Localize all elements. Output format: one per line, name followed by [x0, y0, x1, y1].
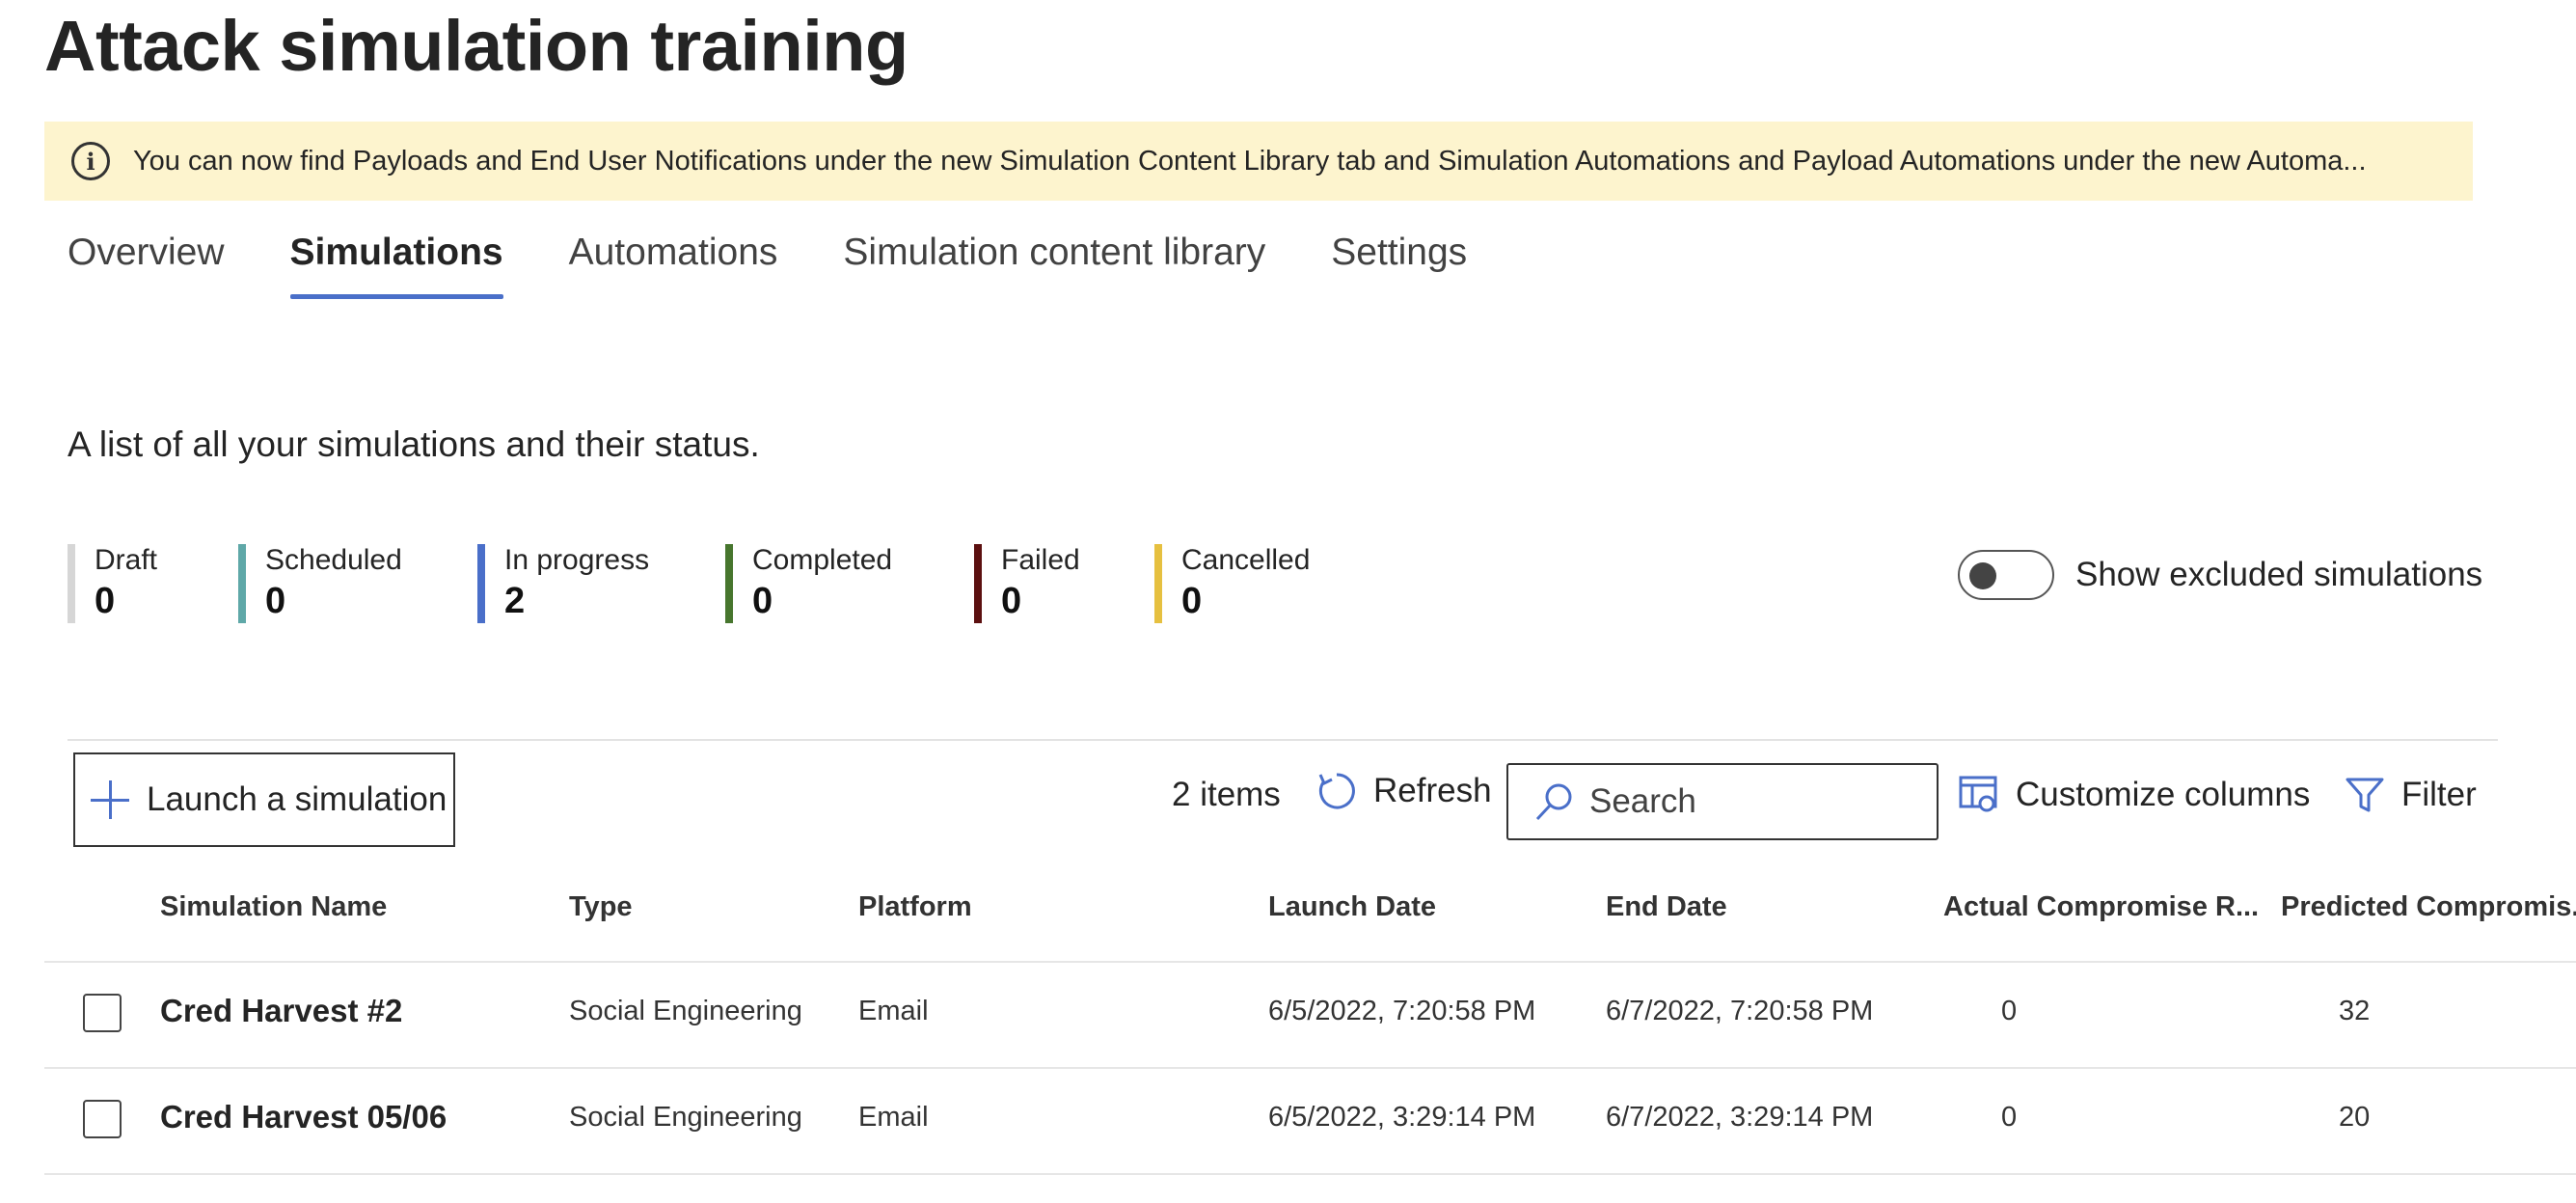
show-excluded-toggle[interactable] [1958, 550, 2054, 600]
column-header-end-date[interactable]: End Date [1606, 891, 1727, 923]
search-icon [1535, 783, 1572, 821]
row-checkbox[interactable] [83, 1100, 122, 1138]
filter-button[interactable]: Filter [2344, 774, 2477, 816]
status-color-bar [974, 544, 982, 623]
items-count: 2 items [1172, 776, 1281, 813]
status-failed: Failed 0 [974, 544, 1080, 623]
launch-simulation-button[interactable]: Launch a simulation [73, 752, 455, 847]
info-banner: i You can now find Payloads and End User… [44, 122, 2473, 201]
column-header-launch-date[interactable]: Launch Date [1268, 891, 1436, 923]
status-scheduled: Scheduled 0 [238, 544, 402, 623]
status-cancelled: Cancelled 0 [1154, 544, 1310, 623]
simulation-end-date: 6/7/2022, 3:29:14 PM [1606, 1102, 1874, 1133]
customize-columns-icon [1959, 776, 1997, 812]
simulation-name[interactable]: Cred Harvest 05/06 [160, 1099, 447, 1135]
table-header-divider [44, 961, 2576, 963]
status-color-bar [1154, 544, 1162, 623]
predicted-compromise-rate: 32 [2339, 996, 2371, 1026]
column-header-actual-compromise-rate[interactable]: Actual Compromise R... [1943, 891, 2259, 923]
tab-settings[interactable]: Settings [1331, 232, 1467, 299]
refresh-icon [1318, 773, 1355, 809]
status-label: Failed [1001, 544, 1080, 576]
status-color-bar [477, 544, 485, 623]
status-label: Cancelled [1181, 544, 1311, 576]
actual-compromise-rate: 0 [2001, 1102, 2018, 1133]
status-count: 0 [95, 581, 116, 621]
table-row-divider [44, 1173, 2576, 1175]
row-checkbox[interactable] [83, 994, 122, 1032]
column-header-predicted-compromise-rate[interactable]: Predicted Compromis... [2281, 891, 2576, 923]
status-completed: Completed 0 [725, 544, 892, 623]
status-count: 0 [752, 581, 773, 621]
status-draft: Draft 0 [68, 544, 157, 623]
tab-simulations[interactable]: Simulations [289, 232, 503, 299]
status-count: 2 [504, 581, 526, 621]
filter-icon [2346, 778, 2384, 812]
simulation-type: Social Engineering [569, 996, 802, 1026]
simulation-launch-date: 6/5/2022, 7:20:58 PM [1268, 996, 1536, 1026]
status-count: 0 [265, 581, 286, 621]
show-excluded-toggle-group: Show excluded simulations [1958, 550, 2482, 600]
simulation-platform: Email [858, 996, 929, 1026]
status-color-bar [725, 544, 733, 623]
status-label: Draft [95, 544, 158, 576]
status-in-progress: In progress 2 [477, 544, 649, 623]
page-description: A list of all your simulations and their… [68, 424, 760, 464]
simulation-platform: Email [858, 1102, 929, 1133]
toggle-knob [1969, 562, 1996, 589]
status-label: Completed [752, 544, 893, 576]
tab-automations[interactable]: Automations [569, 232, 778, 299]
column-header-type[interactable]: Type [569, 891, 633, 923]
simulation-type: Social Engineering [569, 1102, 802, 1133]
table-row-divider [44, 1067, 2576, 1069]
tab-simulation-content-library[interactable]: Simulation content library [843, 232, 1265, 299]
tab-bar: Overview Simulations Automations Simulat… [68, 232, 1532, 299]
search-input[interactable] [1589, 782, 1937, 821]
simulation-name[interactable]: Cred Harvest #2 [160, 993, 402, 1029]
status-label: Scheduled [265, 544, 402, 576]
page-title: Attack simulation training [44, 6, 908, 86]
search-box [1506, 763, 1939, 840]
toggle-label: Show excluded simulations [2075, 556, 2483, 593]
predicted-compromise-rate: 20 [2339, 1102, 2371, 1133]
simulation-launch-date: 6/5/2022, 3:29:14 PM [1268, 1102, 1536, 1133]
status-color-bar [68, 544, 75, 623]
status-label: In progress [504, 544, 650, 576]
filter-label: Filter [2401, 776, 2477, 813]
banner-text: You can now find Payloads and End User N… [133, 145, 2367, 177]
simulation-end-date: 6/7/2022, 7:20:58 PM [1606, 996, 1874, 1026]
status-color-bar [238, 544, 246, 623]
actual-compromise-rate: 0 [2001, 996, 2018, 1026]
column-header-simulation-name[interactable]: Simulation Name [160, 891, 387, 923]
column-header-platform[interactable]: Platform [858, 891, 972, 923]
refresh-button[interactable]: Refresh [1315, 770, 1492, 812]
plus-icon [89, 779, 131, 821]
status-count: 0 [1181, 581, 1203, 621]
launch-simulation-label: Launch a simulation [147, 780, 447, 818]
refresh-label: Refresh [1373, 772, 1492, 809]
info-icon: i [71, 142, 110, 180]
customize-columns-label: Customize columns [2016, 776, 2311, 813]
tab-overview[interactable]: Overview [68, 232, 225, 299]
section-divider [68, 739, 2498, 741]
customize-columns-button[interactable]: Customize columns [1958, 774, 2310, 816]
status-count: 0 [1001, 581, 1022, 621]
